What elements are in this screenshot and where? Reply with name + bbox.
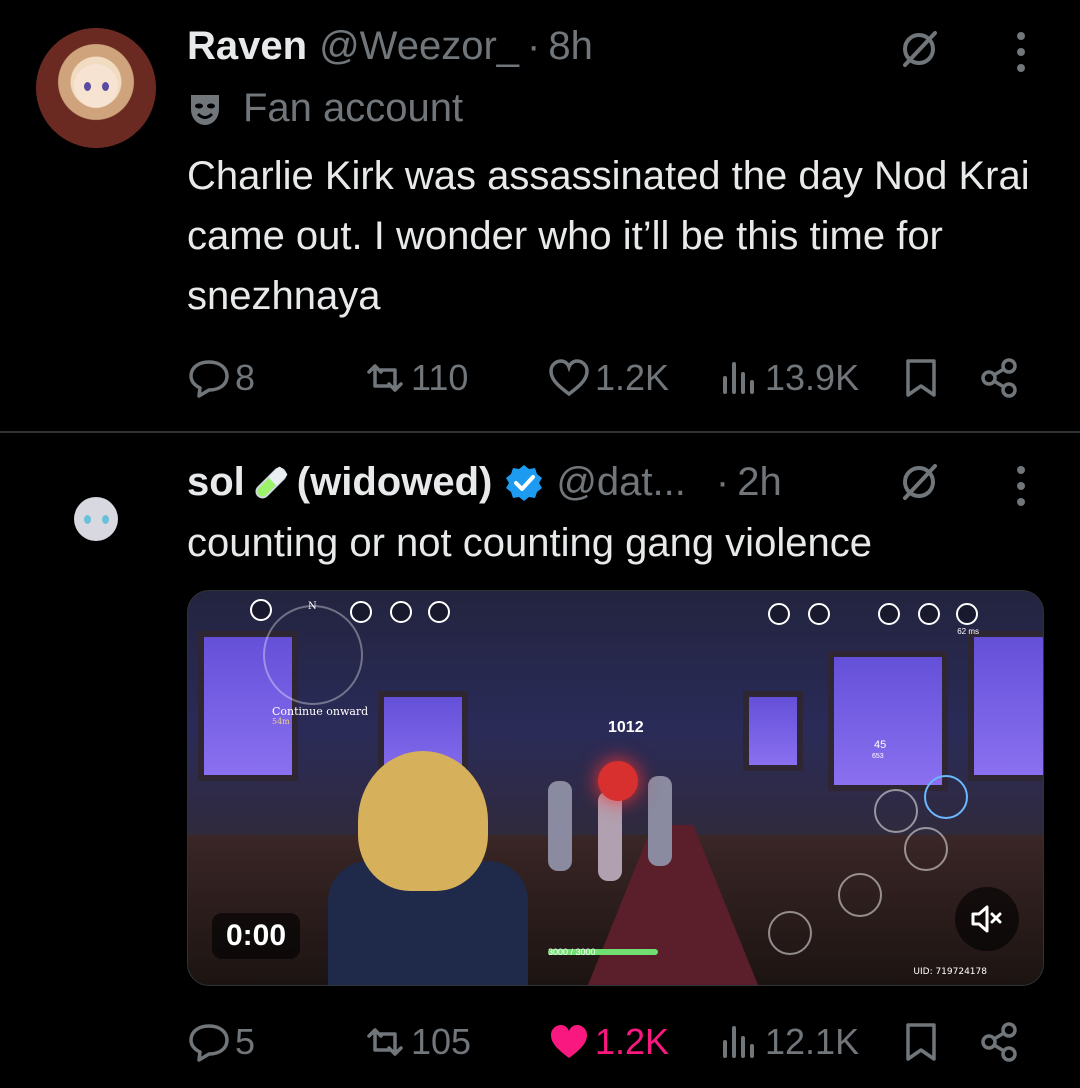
display-name[interactable]: sol [187, 460, 245, 505]
exit-icon[interactable] [250, 599, 272, 621]
like-count: 1.2K [595, 1021, 670, 1062]
train-window [968, 631, 1043, 781]
user-handle[interactable]: @dat... [556, 460, 686, 505]
enemy [648, 776, 672, 866]
more-options-icon[interactable] [1016, 466, 1026, 506]
avatar[interactable] [36, 461, 156, 581]
compass-label: N [308, 601, 317, 612]
enemy [598, 791, 622, 881]
wish-icon[interactable] [808, 603, 830, 625]
ammo-reserve: 653 [872, 753, 884, 760]
ping-readout: 62 ms [957, 627, 979, 636]
tweet-2[interactable]: sol (widowed) @dat... · 2h counting or n… [0, 0, 1080, 1088]
verified-badge-icon [506, 464, 543, 501]
views-icon [723, 1026, 754, 1058]
minimap[interactable] [263, 605, 363, 705]
attack-button[interactable] [838, 873, 882, 917]
paimon-menu-icon[interactable] [956, 603, 978, 625]
uid-label: UID: 719724178 [913, 967, 987, 977]
target-reticle [598, 761, 638, 801]
video-player[interactable]: 1012 N 62 ms Continue onward 54m 45 653 … [187, 590, 1044, 986]
like-button[interactable]: 1.2K [547, 1018, 669, 1066]
help-icon[interactable] [428, 601, 450, 623]
share-icon [981, 1022, 1017, 1062]
disabled-skill-button[interactable] [768, 911, 812, 955]
tweet-text: counting or not counting gang violence [187, 521, 872, 565]
reply-icon [189, 1024, 229, 1062]
grok-icon[interactable] [897, 460, 941, 504]
avatar-eye-left [84, 515, 91, 524]
views-button[interactable]: 12.1K [717, 1018, 859, 1066]
timestamp[interactable]: 2h [737, 460, 782, 505]
avatar-eye-right [102, 515, 109, 524]
repost-count: 105 [411, 1021, 472, 1062]
burst-button[interactable] [904, 827, 948, 871]
player-character [328, 751, 558, 985]
damage-number: 1012 [608, 719, 644, 736]
train-window [828, 651, 948, 791]
mute-button[interactable] [955, 887, 1019, 951]
avatar-face [74, 497, 118, 541]
compass-icon[interactable] [768, 603, 790, 625]
repost-button[interactable]: 105 [363, 1018, 471, 1066]
video-timer: 0:00 [212, 913, 301, 959]
hp-text: 3000 / 3000 [548, 947, 596, 957]
reply-button[interactable]: 5 [187, 1018, 255, 1066]
gear-icon[interactable] [390, 601, 412, 623]
quest-distance: 54m [272, 717, 290, 726]
separator: · [715, 460, 730, 504]
views-count: 12.1K [765, 1021, 860, 1062]
bookmark-button[interactable] [899, 1018, 947, 1066]
heart-filled-icon [551, 1025, 587, 1058]
train-window [743, 691, 803, 771]
speaker-muted-icon [971, 905, 1002, 933]
reply-count: 5 [235, 1021, 256, 1062]
book-icon[interactable] [878, 603, 900, 625]
display-name-suffix[interactable]: (widowed) [297, 460, 493, 505]
character-hair [358, 751, 488, 891]
eye-icon[interactable] [350, 601, 372, 623]
skill-button[interactable] [874, 789, 918, 833]
repost-icon [367, 1028, 403, 1056]
share-button[interactable] [977, 1018, 1025, 1066]
bookmark-icon [906, 1023, 936, 1061]
tweet-actions: 5 105 1.2K 12.1K [187, 1018, 1027, 1066]
ammo-count: 45 [874, 739, 887, 751]
tweet-header: sol (widowed) @dat... · 2h [187, 460, 782, 505]
test-tube-icon [255, 466, 287, 498]
aim-skill-button[interactable] [924, 775, 968, 819]
inventory-icon[interactable] [918, 603, 940, 625]
